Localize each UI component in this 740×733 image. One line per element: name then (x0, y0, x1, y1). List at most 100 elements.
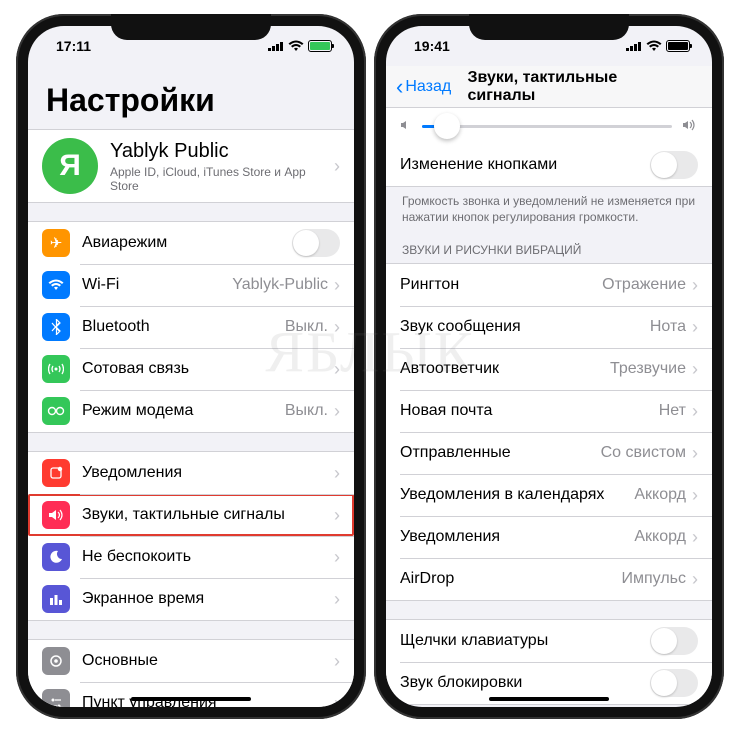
row-label: Авиарежим (82, 234, 292, 252)
bluetooth-icon (42, 313, 70, 341)
battery-icon (308, 40, 332, 52)
row-ringtone[interactable]: РингтонОтражение › (386, 264, 712, 306)
section-footer: Громкость звонка и уведомлений не изменя… (386, 187, 712, 225)
notch (111, 14, 271, 40)
signal-icon (626, 41, 642, 51)
row-bluetooth[interactable]: Bluetooth Выкл. › (28, 306, 354, 348)
row-label: AirDrop (400, 570, 622, 588)
row-label: Автоответчик (400, 360, 610, 378)
row-sounds-haptics[interactable]: Звуки, тактильные сигналы › (28, 494, 354, 536)
row-label: Отправленные (400, 444, 601, 462)
notch (469, 14, 629, 40)
row-label: Звуки, тактильные сигналы (82, 506, 334, 524)
chevron-icon: › (334, 693, 340, 708)
apple-id-row[interactable]: Я Yablyk Public Apple ID, iCloud, iTunes… (28, 130, 354, 202)
signal-icon (268, 41, 284, 51)
chevron-icon: › (334, 275, 340, 296)
row-label: Режим модема (82, 402, 285, 420)
row-screentime[interactable]: Экранное время › (28, 578, 354, 620)
chevron-icon: › (692, 275, 698, 296)
row-notifications[interactable]: Уведомления › (28, 452, 354, 494)
chevron-icon: › (334, 505, 340, 526)
row-label: Рингтон (400, 276, 602, 294)
change-with-buttons-toggle[interactable] (650, 151, 698, 179)
notifications-icon (42, 459, 70, 487)
chevron-icon: › (334, 401, 340, 422)
row-control-center[interactable]: Пункт управления › (28, 682, 354, 707)
row-new-mail[interactable]: Новая почтаНет › (386, 390, 712, 432)
row-airdrop[interactable]: AirDropИмпульс› (386, 558, 712, 600)
chevron-icon: › (334, 547, 340, 568)
home-indicator[interactable] (489, 697, 609, 701)
row-general[interactable]: Основные › (28, 640, 354, 682)
status-time: 17:11 (56, 38, 91, 54)
row-voicemail[interactable]: АвтоответчикТрезвучие › (386, 348, 712, 390)
chevron-icon: › (692, 443, 698, 464)
row-label: Изменение кнопками (400, 156, 650, 174)
row-hotspot[interactable]: Режим модема Выкл. › (28, 390, 354, 432)
wifi-icon (646, 40, 662, 52)
row-value: Нет (659, 402, 686, 420)
row-label: Уведомления (82, 464, 334, 482)
row-sent-mail[interactable]: ОтправленныеСо свистом › (386, 432, 712, 474)
row-value: Yablyk-Public (232, 276, 328, 294)
row-label: Звук сообщения (400, 318, 650, 336)
row-cellular[interactable]: Сотовая связь › (28, 348, 354, 390)
profile-sub: Apple ID, iCloud, iTunes Store и App Sto… (110, 165, 334, 193)
chevron-icon: › (334, 156, 340, 177)
row-value: Аккорд (634, 486, 686, 504)
sounds-icon (42, 501, 70, 529)
row-text-tone[interactable]: Звук сообщенияНота› (386, 306, 712, 348)
row-calendar[interactable]: Уведомления в календаряхАккорд› (386, 474, 712, 516)
row-keyboard-clicks[interactable]: Щелчки клавиатуры (386, 620, 712, 662)
battery-icon (666, 40, 690, 52)
row-label: Щелчки клавиатуры (400, 632, 650, 650)
row-wifi[interactable]: Wi-Fi Yablyk-Public › (28, 264, 354, 306)
chevron-icon: › (692, 569, 698, 590)
back-button[interactable]: ‹ Назад (396, 76, 451, 98)
volume-high-icon (682, 118, 698, 134)
section-header: ЗВУКИ И РИСУНКИ ВИБРАЦИЙ (386, 243, 712, 263)
row-label: Основные (82, 652, 334, 670)
row-reminders[interactable]: УведомленияАккорд› (386, 516, 712, 558)
chevron-icon: › (334, 463, 340, 484)
chevron-icon: › (692, 401, 698, 422)
wifi-icon (288, 40, 304, 52)
row-label: Сотовая связь (82, 360, 334, 378)
status-time: 19:41 (414, 38, 450, 54)
row-label: Не беспокоить (82, 548, 334, 566)
row-label: Звук блокировки (400, 674, 650, 692)
dnd-icon (42, 543, 70, 571)
volume-low-icon (400, 118, 412, 134)
volume-slider-row (386, 108, 712, 144)
chevron-icon: › (692, 359, 698, 380)
row-value: Выкл. (285, 402, 328, 420)
row-value: Трезвучие (610, 360, 686, 378)
page-title: Настройки (28, 66, 354, 129)
row-label: Bluetooth (82, 318, 285, 336)
row-label: Экранное время (82, 590, 334, 608)
row-value: Отражение (602, 276, 686, 294)
airplane-toggle[interactable] (292, 229, 340, 257)
row-change-with-buttons[interactable]: Изменение кнопками (386, 144, 712, 186)
row-value: Аккорд (634, 528, 686, 546)
row-label: Wi-Fi (82, 276, 232, 294)
profile-name: Yablyk Public (110, 140, 334, 163)
home-indicator[interactable] (131, 697, 251, 701)
row-dnd[interactable]: Не беспокоить › (28, 536, 354, 578)
row-airplane[interactable]: ✈ Авиарежим (28, 222, 354, 264)
row-value: Со свистом (601, 444, 686, 462)
chevron-icon: › (334, 589, 340, 610)
chevron-icon: › (334, 317, 340, 338)
nav-title: Звуки, тактильные сигналы (468, 69, 631, 105)
chevron-icon: › (334, 651, 340, 672)
row-label: Уведомления (400, 528, 634, 546)
keyboard-clicks-toggle[interactable] (650, 627, 698, 655)
row-label: Новая почта (400, 402, 659, 420)
phone-left: 17:11 Настройки Я Yablyk Public Apple ID… (16, 14, 366, 719)
lock-sound-toggle[interactable] (650, 669, 698, 697)
row-label: Уведомления в календарях (400, 486, 634, 504)
volume-slider[interactable] (422, 125, 672, 128)
phone-right: 19:41 ‹ Назад Звуки, тактильные сигналы (374, 14, 724, 719)
chevron-icon: › (334, 359, 340, 380)
